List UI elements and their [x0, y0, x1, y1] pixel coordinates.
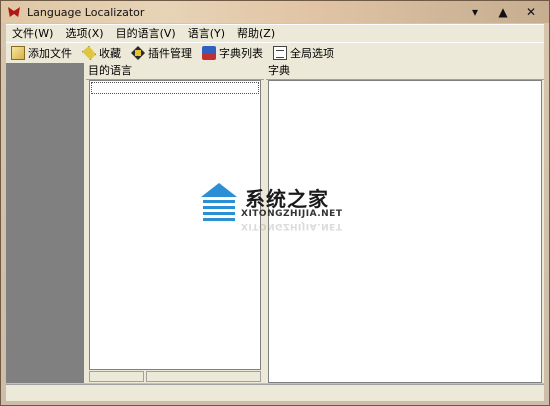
- favorites-label: 收藏: [99, 47, 121, 60]
- list-focus-row[interactable]: [91, 82, 259, 94]
- menu-target-language[interactable]: 目的语言(V): [110, 25, 182, 43]
- dictionary-icon: [202, 46, 216, 60]
- dictionary-header: 字典: [266, 63, 544, 80]
- app-window: Language Localizator ▾ ▲ ✕ 文件(W) 选项(X) 目…: [0, 0, 550, 406]
- close-button[interactable]: ✕: [517, 3, 545, 20]
- app-logo-icon[interactable]: [7, 5, 21, 19]
- watermark: 系统之家 XITONGZHIJIA.NET XITONGZHIJIA.NET: [197, 181, 367, 241]
- add-file-icon: [11, 46, 25, 60]
- pane-status: [89, 371, 261, 383]
- title-bar[interactable]: Language Localizator ▾ ▲ ✕: [1, 1, 549, 23]
- watermark-reflection: XITONGZHIJIA.NET: [241, 221, 343, 231]
- global-options-button[interactable]: 全局选项: [268, 43, 339, 63]
- menu-options[interactable]: 选项(X): [59, 25, 109, 43]
- file-tree-panel[interactable]: [6, 63, 84, 383]
- minimize-button[interactable]: ▾: [461, 3, 489, 20]
- pane-status-cell: [89, 371, 144, 382]
- watermark-house-icon: [197, 183, 241, 221]
- window-controls: ▾ ▲ ✕: [461, 3, 545, 20]
- favorites-button[interactable]: 收藏: [77, 43, 126, 63]
- menu-file[interactable]: 文件(W): [6, 25, 59, 43]
- pane-status-cell: [146, 371, 261, 382]
- dictionary-list-button[interactable]: 字典列表: [197, 43, 268, 63]
- favorites-icon: [82, 46, 96, 60]
- window-title: Language Localizator: [27, 5, 145, 19]
- maximize-button[interactable]: ▲: [489, 3, 517, 20]
- menu-bar: 文件(W) 选项(X) 目的语言(V) 语言(Y) 帮助(Z): [6, 24, 544, 43]
- toolbar: 添加文件 收藏 插件管理 字典列表 全局选项: [6, 42, 544, 64]
- target-language-header: 目的语言: [86, 63, 264, 80]
- dictionary-list-label: 字典列表: [219, 47, 263, 60]
- plugin-manager-label: 插件管理: [148, 47, 192, 60]
- add-file-label: 添加文件: [28, 47, 72, 60]
- plugin-icon: [131, 46, 145, 60]
- menu-language[interactable]: 语言(Y): [182, 25, 231, 43]
- status-bar: [6, 384, 544, 401]
- options-icon: [273, 46, 287, 60]
- watermark-title: 系统之家: [245, 187, 329, 211]
- menu-help[interactable]: 帮助(Z): [231, 25, 281, 43]
- plugin-manager-button[interactable]: 插件管理: [126, 43, 197, 63]
- add-file-button[interactable]: 添加文件: [6, 43, 77, 63]
- global-options-label: 全局选项: [290, 47, 334, 60]
- watermark-subtitle: XITONGZHIJIA.NET: [241, 209, 343, 219]
